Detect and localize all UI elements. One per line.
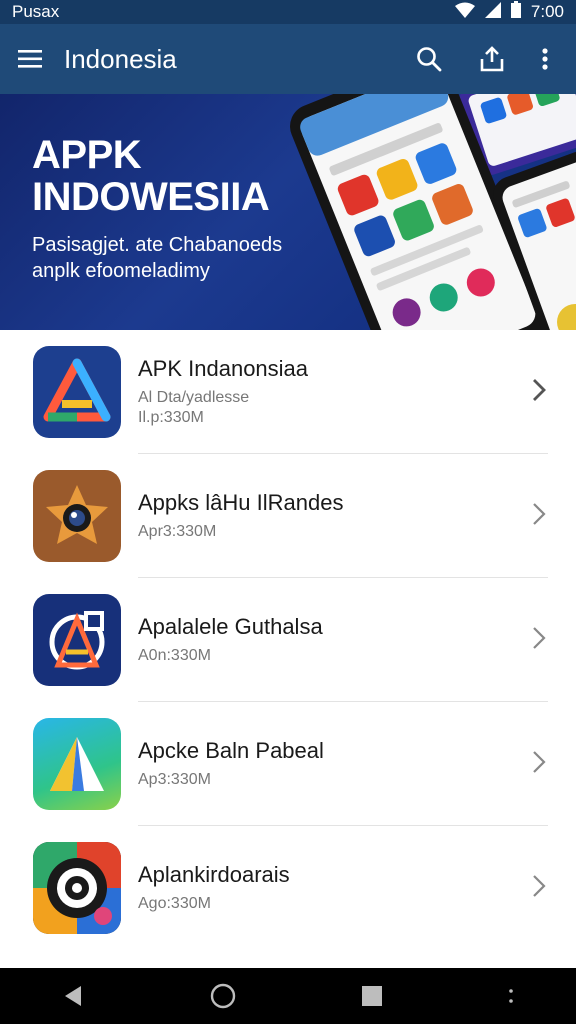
prism-triangle-icon xyxy=(50,737,104,791)
recents-icon[interactable] xyxy=(362,986,383,1006)
banner-title-line-2: INDOWESIIA xyxy=(32,175,270,219)
app-icon-1 xyxy=(33,346,121,438)
app-icon-4 xyxy=(33,718,121,810)
signal-icon xyxy=(484,1,501,23)
app-meta-line-1: Ago:330M xyxy=(138,895,211,912)
list-item[interactable]: Appks lâHu IlRandes Apr3:330M xyxy=(0,454,576,578)
phone-mockups-illustration xyxy=(290,94,576,330)
gear-target-icon xyxy=(33,842,121,934)
wifi-icon xyxy=(454,2,475,23)
app-name: Apcke Baln Pabeal xyxy=(138,738,324,763)
banner-title-line-1: APPK xyxy=(32,133,142,177)
chevron-right-icon xyxy=(532,502,546,531)
chevron-right-icon xyxy=(532,750,546,779)
camera-star-icon xyxy=(46,485,108,544)
more-options-icon[interactable] xyxy=(542,48,548,70)
battery-icon xyxy=(510,1,521,23)
letter-a-circle-icon xyxy=(49,611,105,670)
app-name: APK Indanonsiaa xyxy=(138,356,309,381)
chevron-right-icon xyxy=(532,874,546,903)
status-icons: 7:00 xyxy=(454,1,564,23)
search-icon[interactable] xyxy=(416,46,442,72)
menu-icon[interactable] xyxy=(18,50,42,68)
app-name: Appks lâHu IlRandes xyxy=(138,490,344,515)
app-meta-line-1: Apr3:330M xyxy=(138,523,217,540)
banner-subtitle-line-1: Pasisagjet. ate Chabanoeds xyxy=(32,234,283,256)
system-nav-bar xyxy=(0,968,576,1024)
app-meta-line-1: Ap3:330M xyxy=(138,771,211,788)
chevron-right-icon xyxy=(532,626,546,655)
list-item[interactable]: Apcke Baln Pabeal Ap3:330M xyxy=(0,702,576,826)
app-name: Aplankirdoarais xyxy=(138,862,290,887)
banner-subtitle: Pasisagjet. ate Chabanoeds anplk efoomel… xyxy=(32,232,282,284)
app-meta-line-2: Il.p:330M xyxy=(138,409,204,426)
list-item[interactable]: Apalalele Guthalsa A0n:330M xyxy=(0,578,576,702)
app-meta-line-1: Al Dta/yadlesse xyxy=(138,389,250,406)
app-bar: Indonesia xyxy=(0,24,576,94)
hero-banner[interactable]: APPK INDOWESIIA Pasisagjet. ate Chabanoe… xyxy=(0,94,576,330)
share-icon[interactable] xyxy=(480,46,504,72)
app-list: APK Indanonsiaa Al Dta/yadlesse Il.p:330… xyxy=(0,330,576,950)
chevron-right-icon xyxy=(532,378,546,407)
home-icon[interactable] xyxy=(210,983,236,1009)
banner-subtitle-line-2: anplk efoomeladimy xyxy=(32,260,210,282)
app-meta-line-1: A0n:330M xyxy=(138,647,211,664)
triangle-logo-icon xyxy=(43,358,111,422)
carrier-label: Pusax xyxy=(12,2,60,21)
back-icon[interactable] xyxy=(63,985,83,1007)
list-item[interactable]: APK Indanonsiaa Al Dta/yadlesse Il.p:330… xyxy=(0,330,576,454)
app-icon-2 xyxy=(33,470,121,562)
list-item[interactable]: Aplankirdoarais Ago:330M xyxy=(0,826,576,950)
app-name: Apalalele Guthalsa xyxy=(138,614,323,639)
banner-title: APPK INDOWESIIA xyxy=(32,133,270,219)
status-bar: Pusax 7:00 xyxy=(0,0,576,24)
app-icon-5 xyxy=(33,842,121,934)
nav-more-icon[interactable] xyxy=(508,989,513,1003)
app-icon-3 xyxy=(33,594,121,686)
page-title: Indonesia xyxy=(64,43,177,74)
clock-label: 7:00 xyxy=(530,2,564,21)
